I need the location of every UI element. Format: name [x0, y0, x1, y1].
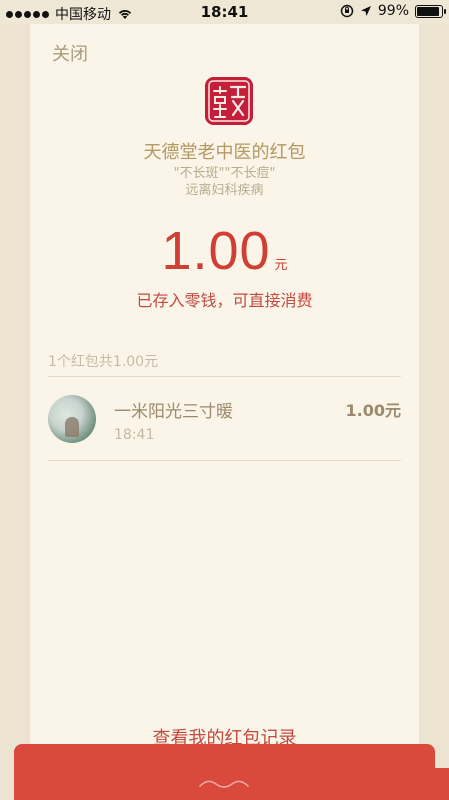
avatar — [48, 395, 96, 443]
records-summary: 1个红包共1.00元 — [48, 354, 159, 370]
divider — [48, 460, 401, 461]
receive-amount: 1.00元 — [345, 401, 401, 420]
envelope-seal-icon — [199, 780, 249, 788]
amount-unit: 元 — [274, 258, 288, 273]
receiver-name: 一米阳光三寸暖 — [114, 402, 233, 422]
location-arrow-icon — [360, 6, 371, 16]
deposit-note-link[interactable]: 已存入零钱，可直接消费 — [30, 287, 419, 311]
slogan-line-2: 远离妇科疾病 — [185, 183, 264, 198]
packet-amount: 1.00 — [161, 221, 271, 281]
divider — [48, 376, 401, 377]
close-button[interactable]: 关闭 — [52, 40, 88, 66]
amount-row: 1.00 元 — [30, 220, 419, 282]
seal-logo-icon — [205, 77, 253, 125]
status-bar: 中国移动 18:41 99% — [0, 0, 449, 24]
slogan-line-1: "不长斑""不长痘" — [173, 166, 276, 181]
sender-logo — [205, 77, 253, 125]
list-item[interactable]: 一米阳光三寸暖 18:41 1.00元 — [48, 390, 401, 460]
battery-icon — [415, 4, 446, 18]
sender-slogan: "不长斑""不长痘" 远离妇科疾病 — [30, 165, 419, 199]
status-right: 99% — [340, 3, 446, 19]
receive-time: 18:41 — [114, 427, 155, 443]
sender-name: 天德堂老中医的红包 — [143, 142, 306, 163]
orientation-lock-icon — [340, 4, 354, 18]
red-packet-card: 关闭 天德堂老中医的红包 "不长斑""不长痘" 远离妇科疾病 1.00 元 已存入… — [30, 24, 419, 774]
battery-percent: 99% — [377, 3, 409, 19]
